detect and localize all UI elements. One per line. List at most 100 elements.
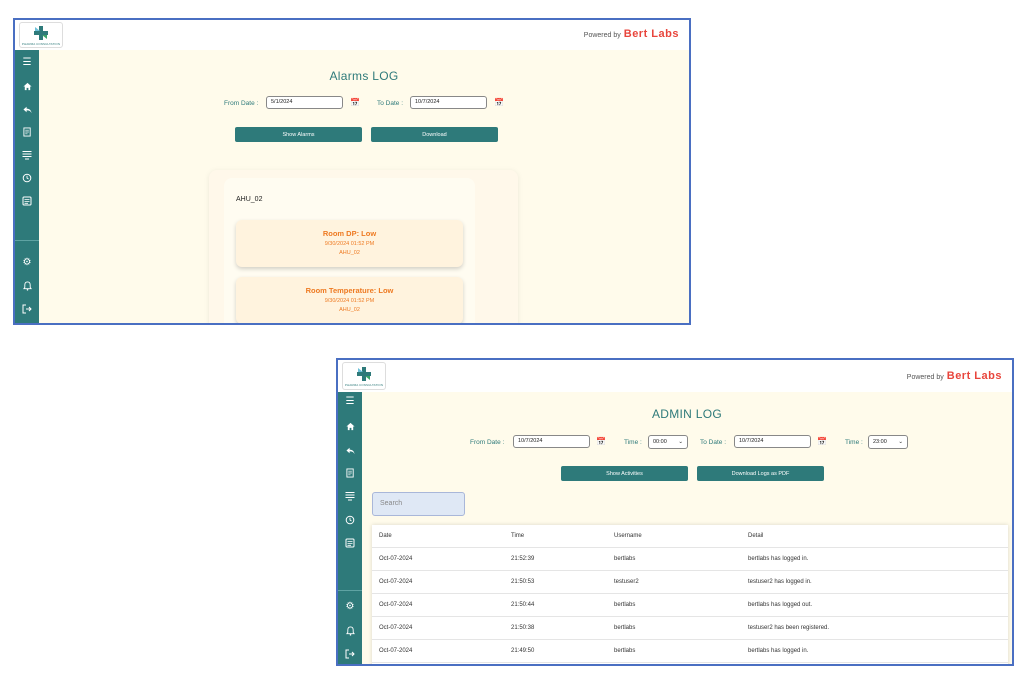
logo-icon <box>357 366 371 381</box>
alarms-log-window: PHARMA CONSULTATION Powered by Bert Labs… <box>13 18 691 325</box>
bert-labs-logo[interactable]: Bert Labs <box>624 28 679 40</box>
chevron-down-icon: ⌄ <box>678 439 683 445</box>
page-title: ADMIN LOG <box>651 407 723 421</box>
calendar-icon[interactable]: 📅 <box>350 98 360 107</box>
cell-username: bertlabs <box>614 648 636 654</box>
cell-detail: bertlabs has logged out. <box>748 602 813 608</box>
column-header-username[interactable]: Username <box>614 533 642 539</box>
admin-log-window: PHARMA CONSULTATION Powered by Bert Labs… <box>336 358 1014 666</box>
table-row[interactable]: Oct-07-2024 21:50:53 testuser2 testuser2… <box>372 571 1008 594</box>
chevron-down-icon: ⌄ <box>898 439 903 445</box>
page-title: Alarms LOG <box>329 69 399 83</box>
cell-username: testuser2 <box>614 579 639 585</box>
alarm-datetime: 9/30/2024 01:52 PM <box>324 298 375 304</box>
download-logs-pdf-button[interactable]: Download Logs as PDF <box>697 466 824 481</box>
to-date-input[interactable]: 10/7/2024 <box>410 96 487 109</box>
logo-text: PHARMA CONSULTATION <box>344 382 384 387</box>
to-date-label: To Date : <box>377 100 404 107</box>
alarm-title: Room Temperature: Low <box>305 286 394 295</box>
report-icon[interactable] <box>338 465 362 481</box>
powered-by: Powered by Bert Labs <box>584 28 679 40</box>
settings-icon[interactable]: ⚙ <box>338 599 362 615</box>
from-date-input[interactable]: 5/1/2024 <box>266 96 343 109</box>
table-row[interactable]: Oct-07-2024 21:52:39 bertlabs bertlabs h… <box>372 548 1008 571</box>
back-icon[interactable] <box>15 101 39 117</box>
filter-icon[interactable] <box>15 147 39 163</box>
time-to-select[interactable]: 23:00 ⌄ <box>868 435 908 449</box>
column-header-detail[interactable]: Detail <box>748 533 763 539</box>
cell-detail: testuser2 has been registered. <box>748 625 830 631</box>
home-icon[interactable] <box>338 418 362 434</box>
cell-date: Oct-07-2024 <box>379 556 413 562</box>
from-date-label: From Date : <box>470 439 505 446</box>
top-bar: PHARMA CONSULTATION Powered by Bert Labs <box>15 20 689 50</box>
cell-time: 21:52:39 <box>511 556 535 562</box>
sidebar: ☰ ⚙ <box>15 50 39 323</box>
alarm-card[interactable]: Room DP: Low 9/30/2024 01:52 PM AHU_02 <box>236 220 463 267</box>
menu-icon[interactable]: ☰ <box>338 394 362 410</box>
from-date-input[interactable]: 10/7/2024 <box>513 435 590 448</box>
log-icon[interactable] <box>338 535 362 551</box>
cell-time: 21:50:38 <box>511 625 535 631</box>
logo-text: PHARMA CONSULTATION <box>21 41 61 46</box>
sidebar: ☰ ⚙ <box>338 392 362 664</box>
admin-main: ADMIN LOG From Date : 10/7/2024 📅 Time :… <box>362 392 1012 664</box>
cell-time: 21:49:50 <box>511 648 535 654</box>
calendar-icon[interactable]: 📅 <box>596 437 606 446</box>
time-to-label: Time : <box>845 439 863 446</box>
logout-icon[interactable] <box>15 301 39 317</box>
cell-username: bertlabs <box>614 556 636 562</box>
bert-labs-logo[interactable]: Bert Labs <box>947 370 1002 382</box>
alarm-device: AHU_02 <box>339 307 360 313</box>
cell-date: Oct-07-2024 <box>379 648 413 654</box>
cell-date: Oct-07-2024 <box>379 579 413 585</box>
table-row[interactable]: Oct-07-2024 21:50:44 bertlabs bertlabs h… <box>372 594 1008 617</box>
home-icon[interactable] <box>15 78 39 94</box>
sidebar-divider <box>15 240 39 241</box>
to-date-input[interactable]: 10/7/2024 <box>734 435 811 448</box>
settings-icon[interactable]: ⚙ <box>15 255 39 271</box>
cell-username: bertlabs <box>614 625 636 631</box>
alarm-panel: AHU_02 Room DP: Low 9/30/2024 01:52 PM A… <box>209 170 518 323</box>
download-button[interactable]: Download <box>371 127 498 142</box>
company-logo[interactable]: PHARMA CONSULTATION <box>342 362 386 390</box>
column-header-time[interactable]: Time <box>511 533 524 539</box>
search-input[interactable]: Search <box>372 492 465 516</box>
logo-icon <box>34 25 48 40</box>
bell-icon[interactable] <box>338 623 362 639</box>
menu-icon[interactable]: ☰ <box>15 55 39 71</box>
alarm-datetime: 9/30/2024 01:52 PM <box>324 241 375 247</box>
cell-date: Oct-07-2024 <box>379 625 413 631</box>
alarms-main: Alarms LOG From Date : 5/1/2024 📅 To Dat… <box>39 50 689 323</box>
calendar-icon[interactable]: 📅 <box>494 98 504 107</box>
top-bar: PHARMA CONSULTATION Powered by Bert Labs <box>338 360 1012 392</box>
to-date-label: To Date : <box>700 439 727 446</box>
report-icon[interactable] <box>15 124 39 140</box>
cell-detail: testuser2 has logged in. <box>748 579 812 585</box>
table-header: Date Time Username Detail <box>372 525 1008 548</box>
alarm-card[interactable]: Room Temperature: Low 9/30/2024 01:52 PM… <box>236 277 463 323</box>
admin-log-table: Date Time Username Detail Oct-07-2024 21… <box>372 525 1008 664</box>
history-icon[interactable] <box>338 512 362 528</box>
cell-time: 21:50:53 <box>511 579 535 585</box>
show-activities-button[interactable]: Show Activities <box>561 466 688 481</box>
filter-icon[interactable] <box>338 488 362 504</box>
cell-detail: bertlabs has logged in. <box>748 648 809 654</box>
time-from-label: Time : <box>624 439 642 446</box>
from-date-label: From Date : <box>224 100 259 107</box>
alarm-list[interactable]: AHU_02 Room DP: Low 9/30/2024 01:52 PM A… <box>224 178 475 323</box>
table-row[interactable]: Oct-07-2024 21:50:38 bertlabs testuser2 … <box>372 617 1008 640</box>
table-row[interactable]: Oct-07-2024 21:49:50 bertlabs bertlabs h… <box>372 640 1008 663</box>
time-to-value: 23:00 <box>873 439 887 445</box>
company-logo[interactable]: PHARMA CONSULTATION <box>19 22 63 48</box>
log-icon[interactable] <box>15 193 39 209</box>
history-icon[interactable] <box>15 170 39 186</box>
bell-icon[interactable] <box>15 278 39 294</box>
show-alarms-button[interactable]: Show Alarms <box>235 127 362 142</box>
back-icon[interactable] <box>338 442 362 458</box>
calendar-icon[interactable]: 📅 <box>817 437 827 446</box>
time-from-select[interactable]: 00:00 ⌄ <box>648 435 688 449</box>
column-header-date[interactable]: Date <box>379 533 392 539</box>
powered-by: Powered by Bert Labs <box>907 370 1002 382</box>
logout-icon[interactable] <box>338 646 362 662</box>
